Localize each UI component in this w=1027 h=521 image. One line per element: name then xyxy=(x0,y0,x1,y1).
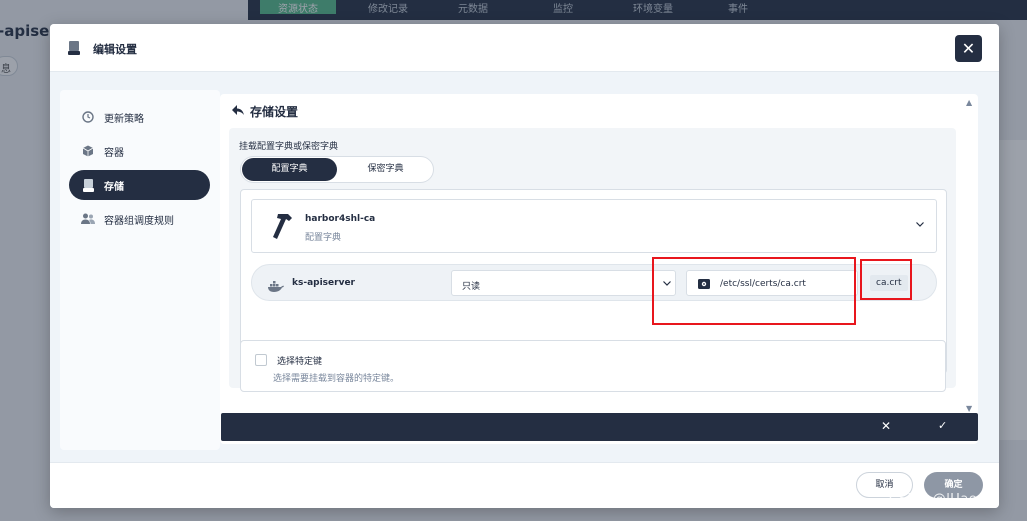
specific-keys-option: 选择特定键 选择需要挂载到容器的特定键。 xyxy=(240,340,946,392)
back-arrow-icon[interactable] xyxy=(232,105,244,118)
dialog-title: 编辑设置 xyxy=(93,43,137,56)
edit-settings-dialog: 编辑设置 ✕ 更新策略 容器 存储 容器组调度规则 存储设置 ▲ 挂载配置字典或… xyxy=(50,24,999,508)
specific-keys-checkbox[interactable] xyxy=(255,354,267,366)
discard-icon[interactable]: ✕ xyxy=(881,419,891,433)
close-button[interactable]: ✕ xyxy=(955,35,982,62)
nav-item-pod-scheduling[interactable]: 容器组调度规则 xyxy=(69,204,210,234)
specific-keys-description: 选择需要挂载到容器的特定键。 xyxy=(273,374,400,384)
disk-icon xyxy=(68,40,80,59)
tab-configmap[interactable]: 配置字典 xyxy=(242,158,337,181)
scroll-up-icon[interactable]: ▲ xyxy=(966,98,972,107)
source-type-toggle: 配置字典 保密字典 xyxy=(240,156,434,183)
configmap-name: harbor4shl-ca xyxy=(305,214,376,224)
access-mode-value: 只读 xyxy=(462,282,481,292)
access-mode-select[interactable]: 只读 xyxy=(451,270,676,296)
hammer-icon xyxy=(266,211,294,245)
nav-item-label: 更新策略 xyxy=(104,113,144,125)
panel-title: 存储设置 xyxy=(232,103,298,120)
nav-item-update-strategy[interactable]: 更新策略 xyxy=(69,102,210,132)
container-name: ks-apiserver xyxy=(292,278,355,288)
nav-item-label: 容器组调度规则 xyxy=(104,215,174,227)
clock-icon xyxy=(81,110,95,124)
settings-nav: 更新策略 容器 存储 容器组调度规则 xyxy=(60,90,220,450)
users-icon xyxy=(81,212,95,226)
storage-action-bar: ✕ ✓ xyxy=(221,413,978,441)
specific-keys-label: 选择特定键 xyxy=(277,357,323,367)
dialog-footer: 取消 确定 xyxy=(50,462,999,508)
chevron-down-icon xyxy=(916,220,924,230)
confirm-icon[interactable]: ✓ xyxy=(938,419,947,432)
docker-icon xyxy=(268,277,284,296)
mount-label: 挂载配置字典或保密字典 xyxy=(239,142,339,152)
tab-secret[interactable]: 保密字典 xyxy=(338,158,433,181)
nav-item-label: 容器 xyxy=(104,147,124,159)
highlight-box-mount-path xyxy=(652,257,856,325)
close-icon: ✕ xyxy=(961,39,976,58)
highlight-box-key xyxy=(860,259,912,300)
watermark: CSDN @lUaena xyxy=(889,492,995,507)
storage-title: 存储设置 xyxy=(250,105,299,119)
disk-icon xyxy=(81,178,95,192)
scroll-down-icon[interactable]: ▼ xyxy=(966,404,972,413)
cube-icon xyxy=(81,144,95,158)
nav-item-containers[interactable]: 容器 xyxy=(69,136,210,166)
nav-item-storage[interactable]: 存储 xyxy=(69,170,210,200)
dialog-header: 编辑设置 ✕ xyxy=(50,24,999,72)
nav-item-label: 存储 xyxy=(104,181,124,193)
configmap-select[interactable]: harbor4shl-ca 配置字典 xyxy=(251,199,937,253)
configmap-type: 配置字典 xyxy=(305,233,342,243)
